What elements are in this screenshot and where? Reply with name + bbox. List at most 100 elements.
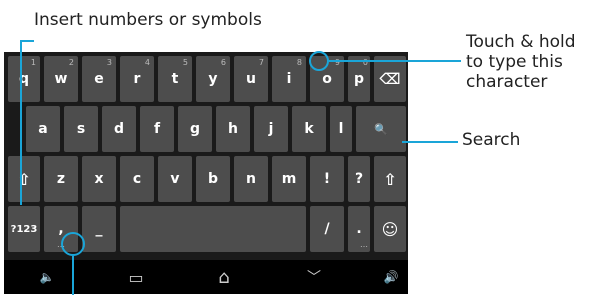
callout-touch-hold-line1: Touch & hold: [466, 32, 576, 52]
key-o-label: o: [322, 71, 332, 87]
key-u[interactable]: 7 u: [234, 56, 268, 102]
key-slash-label: /: [324, 221, 330, 237]
volume-down-button[interactable]: 🔈: [30, 260, 64, 294]
callout-touch-hold-line2: to type this: [466, 52, 563, 72]
key-l[interactable]: l: [330, 106, 352, 152]
key-e-label: e: [94, 71, 104, 87]
callout-line-long-press: [72, 256, 74, 295]
key-s[interactable]: s: [64, 106, 98, 152]
key-i[interactable]: 8 i: [272, 56, 306, 102]
key-z-label: z: [56, 171, 66, 187]
callout-line-touch-hold: [329, 60, 461, 62]
shift-key-right[interactable]: ⇧: [374, 156, 406, 202]
key-r[interactable]: 4 r: [120, 56, 154, 102]
key-m-label: m: [281, 171, 297, 187]
key-slash[interactable]: /: [310, 206, 344, 252]
key-h-label: h: [228, 121, 238, 137]
key-d[interactable]: d: [102, 106, 136, 152]
delete-key[interactable]: ⌫: [374, 56, 406, 102]
key-i-hint: 8: [296, 58, 302, 67]
key-w[interactable]: 2 w: [44, 56, 78, 102]
home-button[interactable]: ⌂: [204, 260, 244, 294]
delete-icon: ⌫: [379, 70, 401, 88]
key-r-label: r: [133, 71, 141, 87]
key-x-label: x: [94, 171, 104, 187]
key-exclamation[interactable]: !: [310, 156, 344, 202]
key-c-label: c: [132, 171, 142, 187]
symbols-key[interactable]: ?123: [8, 206, 40, 252]
key-question-label: ?: [354, 171, 364, 187]
key-period[interactable]: . …: [348, 206, 370, 252]
key-i-label: i: [286, 71, 292, 87]
key-p-label: p: [353, 71, 365, 87]
key-c[interactable]: c: [120, 156, 154, 202]
space-bar[interactable]: [120, 206, 306, 252]
back-button[interactable]: ﹀: [294, 260, 334, 294]
key-comma-label: ,: [58, 221, 64, 237]
key-n[interactable]: n: [234, 156, 268, 202]
search-key[interactable]: 🔍: [356, 106, 406, 152]
key-x[interactable]: x: [82, 156, 116, 202]
key-t[interactable]: 5 t: [158, 56, 192, 102]
key-u-hint: 7: [258, 58, 264, 67]
key-q[interactable]: 1 q: [8, 56, 40, 102]
key-g[interactable]: g: [178, 106, 212, 152]
callout-touch-hold: Touch & hold to type this character: [466, 32, 606, 92]
symbols-key-label: ?123: [10, 223, 38, 235]
key-m[interactable]: m: [272, 156, 306, 202]
key-e[interactable]: 3 e: [82, 56, 116, 102]
key-f-label: f: [153, 121, 161, 137]
key-a[interactable]: a: [26, 106, 60, 152]
key-y-hint: 6: [220, 58, 226, 67]
key-l-label: l: [338, 121, 344, 137]
shift-key-left[interactable]: ⇧: [8, 156, 40, 202]
callout-insert-numbers: Insert numbers or symbols: [34, 10, 262, 30]
key-f[interactable]: f: [140, 106, 174, 152]
key-question[interactable]: ?: [348, 156, 370, 202]
key-exclamation-label: !: [323, 171, 331, 187]
key-t-hint: 5: [182, 58, 188, 67]
key-underscore-label: _: [95, 221, 103, 237]
key-n-label: n: [246, 171, 256, 187]
key-period-label: .: [356, 221, 362, 237]
callout-line-numbers-horizontal: [20, 40, 34, 42]
key-b[interactable]: b: [196, 156, 230, 202]
key-k-label: k: [304, 121, 314, 137]
recents-icon: ▭: [128, 267, 144, 287]
key-j[interactable]: j: [254, 106, 288, 152]
emoji-key[interactable]: ☺: [374, 206, 406, 252]
key-a-label: a: [38, 121, 48, 137]
key-z[interactable]: z: [44, 156, 78, 202]
key-u-label: u: [246, 71, 256, 87]
key-d-label: d: [113, 121, 125, 137]
key-underscore[interactable]: _: [82, 206, 116, 252]
onscreen-keyboard: 1 q 2 w 3 e 4 r 5 t 6 y 7 u 8 i 9 o 0 p …: [4, 52, 408, 294]
volume-down-icon: 🔈: [39, 270, 55, 284]
recents-button[interactable]: ▭: [116, 260, 156, 294]
long-press-indicator-icon: …: [360, 240, 368, 249]
key-w-label: w: [54, 71, 68, 87]
key-v[interactable]: v: [158, 156, 192, 202]
callout-line-search: [402, 141, 458, 143]
key-t-label: t: [171, 71, 179, 87]
key-y-label: y: [208, 71, 218, 87]
home-icon: ⌂: [218, 266, 230, 288]
key-y[interactable]: 6 y: [196, 56, 230, 102]
key-g-label: g: [189, 121, 201, 137]
shift-icon: ⇧: [383, 169, 397, 189]
volume-up-button[interactable]: 🔊: [376, 260, 406, 294]
key-k[interactable]: k: [292, 106, 326, 152]
key-p[interactable]: 0 p: [348, 56, 370, 102]
smiley-icon: ☺: [381, 219, 399, 239]
key-q-hint: 1: [30, 58, 36, 67]
volume-up-icon: 🔊: [383, 270, 399, 284]
key-v-label: v: [170, 171, 180, 187]
callout-line-numbers-vertical: [20, 40, 22, 205]
callout-touch-hold-line3: character: [466, 72, 548, 92]
back-icon: ﹀: [307, 270, 321, 286]
key-h[interactable]: h: [216, 106, 250, 152]
callout-circle-hint: [309, 51, 329, 71]
key-j-label: j: [268, 121, 274, 137]
search-icon: 🔍: [374, 122, 388, 136]
key-s-label: s: [76, 121, 86, 137]
